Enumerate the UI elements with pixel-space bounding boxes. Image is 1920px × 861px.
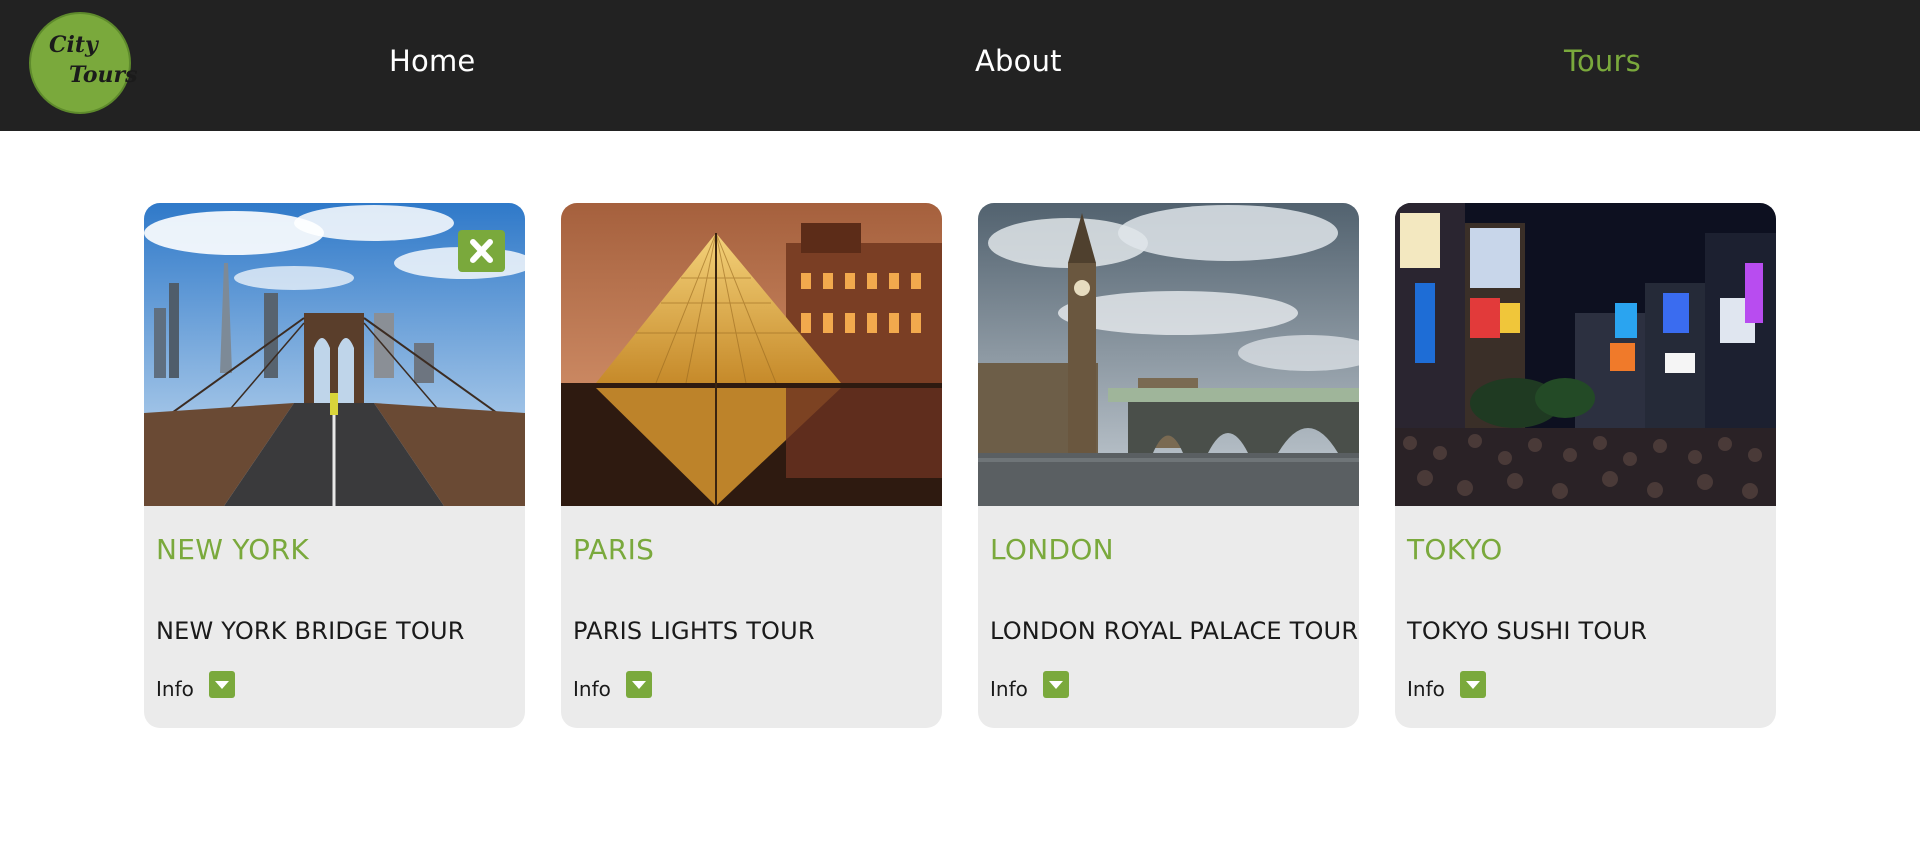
tour-name: PARIS LIGHTS TOUR <box>573 617 815 645</box>
navbar: City Tours Home About Tours <box>0 0 1920 131</box>
logo[interactable]: City Tours <box>29 12 138 114</box>
info-label: Info <box>156 677 194 701</box>
shibuya-crossing-photo <box>1395 203 1776 506</box>
info-toggle-button[interactable] <box>1043 671 1069 698</box>
big-ben-photo <box>978 203 1359 506</box>
close-icon <box>470 239 493 263</box>
tour-name: LONDON ROYAL PALACE TOUR <box>990 617 1359 645</box>
brooklyn-bridge-photo <box>144 203 525 506</box>
tour-city: TOKYO <box>1407 533 1503 566</box>
info-label: Info <box>990 677 1028 701</box>
tour-name: TOKYO SUSHI TOUR <box>1407 617 1648 645</box>
tour-card-paris: PARIS PARIS LIGHTS TOUR Info <box>561 203 942 728</box>
logo-text-line2: Tours <box>69 62 138 88</box>
nav-link-home[interactable]: Home <box>389 44 475 78</box>
louvre-pyramid-photo <box>561 203 942 506</box>
info-label: Info <box>573 677 611 701</box>
logo-text-line1: City <box>49 32 98 58</box>
tour-card-london: LONDON LONDON ROYAL PALACE TOUR Info <box>978 203 1359 728</box>
tour-city: LONDON <box>990 533 1114 566</box>
tour-name: NEW YORK BRIDGE TOUR <box>156 617 465 645</box>
nav-link-tours[interactable]: Tours <box>1564 44 1641 78</box>
nav-link-about[interactable]: About <box>975 44 1062 78</box>
tour-card-tokyo: TOKYO TOKYO SUSHI TOUR Info <box>1395 203 1776 728</box>
info-toggle-button[interactable] <box>1460 671 1486 698</box>
info-toggle-button[interactable] <box>209 671 235 698</box>
tour-card-new-york: NEW YORK NEW YORK BRIDGE TOUR Info <box>144 203 525 728</box>
tour-city: PARIS <box>573 533 655 566</box>
tour-city: NEW YORK <box>156 533 310 566</box>
info-toggle-button[interactable] <box>626 671 652 698</box>
close-button[interactable] <box>458 230 505 272</box>
info-label: Info <box>1407 677 1445 701</box>
